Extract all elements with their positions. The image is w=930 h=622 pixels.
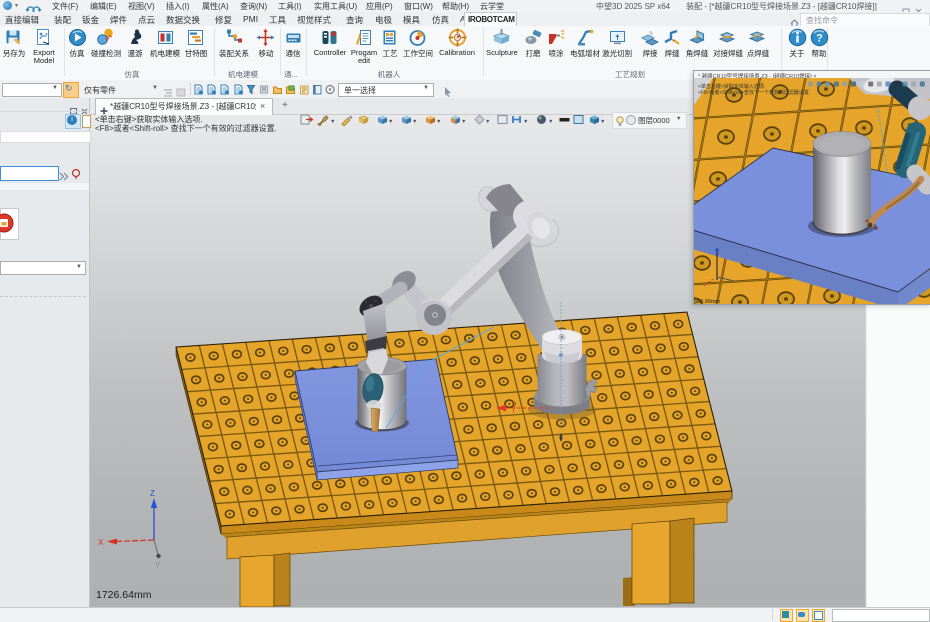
svg-text:1726.64mm: 1726.64mm bbox=[96, 589, 152, 601]
svg-text:<F8>或者<Shift-roll>查找下一个有效的过滤器设: <F8>或者<Shift-roll>查找下一个有效的过滤器设置. bbox=[698, 89, 810, 96]
svg-text:?: ? bbox=[816, 33, 823, 45]
svg-text:X: X bbox=[98, 538, 104, 547]
svg-text:Y: Y bbox=[155, 561, 161, 570]
svg-text:Z: Z bbox=[150, 489, 155, 498]
svg-text:<单击右键>获取实体输入选项.: <单击右键>获取实体输入选项. bbox=[698, 83, 765, 90]
svg-text:583.99mm: 583.99mm bbox=[694, 299, 720, 304]
